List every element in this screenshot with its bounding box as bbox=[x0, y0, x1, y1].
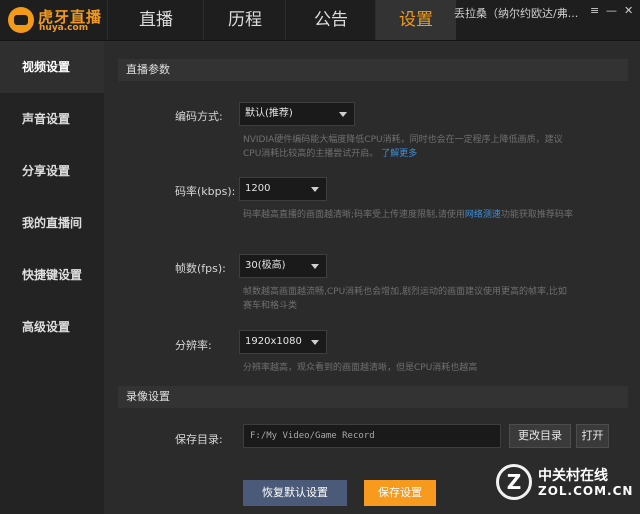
fps-label: 帧数(fps): bbox=[175, 262, 226, 275]
bitrate-label: 码率(kbps): bbox=[175, 185, 236, 198]
sidebar-item-hotkeys[interactable]: 快捷键设置 bbox=[0, 249, 104, 301]
bitrate-select[interactable]: 1200 bbox=[239, 177, 327, 201]
encoding-hint: NVIDIA硬件编码能大幅度降低CPU消耗，同时也会在一定程序上降低画质，建议C… bbox=[243, 133, 573, 161]
sidebar-item-video[interactable]: 视频设置 bbox=[0, 41, 104, 93]
logo-sub: huya.com bbox=[39, 23, 89, 33]
encoding-select[interactable]: 默认(推荐) bbox=[239, 102, 355, 126]
reset-defaults-button[interactable]: 恢复默认设置 bbox=[243, 480, 347, 506]
learn-more-link[interactable]: 了解更多 bbox=[381, 149, 417, 159]
sidebar-item-my-room[interactable]: 我的直播间 bbox=[0, 197, 104, 249]
top-bar: 虎牙直播 huya.com 直播 历程 公告 设置 丢拉桑（纳尔约欧达/弗...… bbox=[0, 0, 640, 41]
menu-icon[interactable]: ≡ bbox=[590, 4, 599, 17]
bitrate-hint: 码率越高直播的画面越清晰;码率受上传速度限制,请使用网络测速功能获取推荐码率 bbox=[243, 208, 573, 222]
chevron-down-icon bbox=[311, 187, 319, 192]
section-live-params: 直播参数 bbox=[118, 59, 628, 81]
sidebar: 视频设置 声音设置 分享设置 我的直播间 快捷键设置 高级设置 bbox=[0, 41, 104, 514]
bitrate-hint-suffix: 功能获取推荐码率 bbox=[500, 210, 573, 220]
zol-watermark: Z 中关村在线 ZOL.COM.CN bbox=[496, 464, 636, 504]
sidebar-item-advanced[interactable]: 高级设置 bbox=[0, 301, 104, 353]
fps-value: 30(极高) bbox=[245, 260, 286, 271]
speed-test-link[interactable]: 网络测速 bbox=[465, 210, 501, 220]
tab-announcement[interactable]: 公告 bbox=[285, 0, 376, 40]
huya-logo: 虎牙直播 huya.com bbox=[8, 5, 104, 35]
resolution-hint: 分辨率越高，观众看到的画面越清晰，但是CPU消耗也越高 bbox=[243, 363, 478, 373]
fps-hint: 帧数越高画面越流畅,CPU消耗也会增加,剧烈运动的画面建议使用更高的帧率,比如赛… bbox=[243, 287, 567, 311]
encoding-value: 默认(推荐) bbox=[245, 108, 293, 119]
bitrate-value: 1200 bbox=[245, 183, 271, 194]
close-icon[interactable]: ✕ bbox=[624, 4, 633, 17]
tab-settings[interactable]: 设置 bbox=[375, 0, 456, 40]
minimize-icon[interactable]: — bbox=[606, 4, 617, 17]
sidebar-item-share[interactable]: 分享设置 bbox=[0, 145, 104, 197]
change-dir-button[interactable]: 更改目录 bbox=[509, 424, 571, 448]
chevron-down-icon bbox=[339, 112, 347, 117]
save-dir-input[interactable]: F:/My Video/Game Record bbox=[243, 424, 501, 448]
user-name[interactable]: 丢拉桑（纳尔约欧达/弗... bbox=[454, 5, 586, 21]
settings-panel: 直播参数 编码方式: 默认(推荐) NVIDIA硬件编码能大幅度降低CPU消耗，… bbox=[104, 41, 640, 514]
encoding-label: 编码方式: bbox=[175, 110, 223, 123]
fps-select[interactable]: 30(极高) bbox=[239, 254, 327, 278]
resolution-label: 分辨率: bbox=[175, 339, 212, 352]
zol-logo-icon: Z bbox=[496, 464, 532, 500]
tab-history[interactable]: 历程 bbox=[203, 0, 286, 40]
logo-badge-icon bbox=[8, 7, 34, 33]
save-dir-label: 保存目录: bbox=[175, 433, 223, 446]
watermark-line2: ZOL.COM.CN bbox=[538, 484, 634, 498]
watermark-line1: 中关村在线 bbox=[538, 468, 608, 484]
chevron-down-icon bbox=[311, 340, 319, 345]
open-dir-button[interactable]: 打开 bbox=[576, 424, 609, 448]
tab-live[interactable]: 直播 bbox=[107, 0, 204, 40]
sidebar-item-audio[interactable]: 声音设置 bbox=[0, 93, 104, 145]
resolution-select[interactable]: 1920x1080 bbox=[239, 330, 327, 354]
chevron-down-icon bbox=[311, 264, 319, 269]
save-settings-button[interactable]: 保存设置 bbox=[364, 480, 436, 506]
resolution-value: 1920x1080 bbox=[245, 336, 302, 347]
section-recording: 录像设置 bbox=[118, 386, 628, 408]
bitrate-hint-prefix: 码率越高直播的画面越清晰;码率受上传速度限制,请使用 bbox=[243, 210, 465, 220]
